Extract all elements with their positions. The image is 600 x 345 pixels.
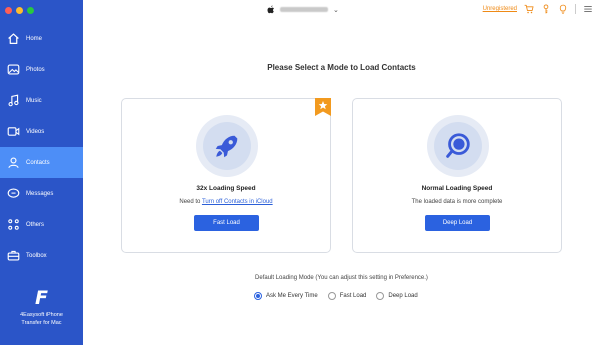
fast-load-description: Need to Turn off Contacts in iCloud	[122, 199, 330, 205]
default-mode-label: Default Loading Mode (You can adjust thi…	[255, 275, 428, 281]
search-illustration	[427, 115, 489, 177]
deep-load-description: The loaded data is more complete	[411, 199, 503, 205]
others-icon	[7, 218, 20, 231]
device-selector[interactable]: ⌄	[267, 5, 339, 14]
brand-name: 4Easysoft iPhone Transfer for Mac	[0, 311, 83, 327]
radio-label: Ask Me Every Time	[266, 293, 318, 299]
sidebar: Home Photos Music Videos Contacts Messag…	[0, 0, 83, 345]
sidebar-item-label: Contacts	[26, 159, 50, 166]
zoom-window-button[interactable]	[27, 7, 34, 14]
fast-load-button[interactable]: Fast Load	[194, 215, 259, 231]
apple-icon	[267, 5, 274, 14]
sidebar-item-label: Messages	[26, 190, 54, 197]
turn-off-icloud-link[interactable]: Turn off Contacts in iCloud	[202, 199, 273, 205]
deep-load-button[interactable]: Deep Load	[425, 215, 490, 231]
toolbar-divider	[575, 4, 576, 14]
title-bar: ⌄ Unregistered	[83, 0, 600, 22]
main-content: Please Select a Mode to Load Contacts 32…	[83, 22, 600, 345]
sidebar-item-label: Photos	[26, 66, 45, 73]
videos-icon	[7, 125, 20, 138]
star-icon	[315, 98, 331, 116]
photos-icon	[7, 63, 20, 76]
rocket-illustration	[196, 115, 258, 177]
unregistered-link[interactable]: Unregistered	[483, 6, 517, 12]
contacts-icon	[7, 156, 20, 169]
home-icon	[7, 32, 20, 45]
radio-label: Fast Load	[339, 293, 367, 299]
search-icon	[446, 133, 470, 158]
fast-load-card: 32x Loading Speed Need to Turn off Conta…	[121, 98, 331, 253]
brand-name-line2: Transfer for Mac	[21, 320, 62, 326]
fast-load-title: 32x Loading Speed	[196, 185, 256, 192]
radio-button[interactable]	[376, 292, 385, 300]
sidebar-nav: Home Photos Music Videos Contacts Messag…	[0, 23, 83, 271]
sidebar-item-photos[interactable]: Photos	[0, 54, 83, 85]
sidebar-item-others[interactable]: Others	[0, 209, 83, 240]
deep-load-title: Normal Loading Speed	[421, 185, 493, 192]
radio-label: Deep Load	[388, 293, 418, 299]
brand-logo: F	[35, 287, 48, 309]
sidebar-item-messages[interactable]: Messages	[0, 178, 83, 209]
sidebar-item-home[interactable]: Home	[0, 23, 83, 54]
window-controls	[5, 7, 34, 14]
minimize-window-button[interactable]	[16, 7, 23, 14]
top-right-toolbar: Unregistered	[483, 4, 593, 14]
radio-ask-every-time[interactable]: Ask Me Every Time	[254, 292, 318, 300]
sidebar-item-contacts[interactable]: Contacts	[0, 147, 83, 178]
radio-button[interactable]	[327, 292, 336, 300]
sidebar-item-label: Others	[26, 221, 45, 228]
sidebar-item-toolbox[interactable]: Toolbox	[0, 240, 83, 271]
menu-icon[interactable]	[583, 4, 593, 14]
page-title: Please Select a Mode to Load Contacts	[267, 63, 416, 72]
brand: F 4Easysoft iPhone Transfer for Mac	[0, 288, 83, 327]
brand-name-line1: 4Easysoft iPhone	[20, 312, 63, 318]
toolbox-icon	[7, 249, 20, 262]
device-name-redacted	[280, 7, 328, 12]
fast-load-desc-prefix: Need to	[179, 199, 202, 205]
sidebar-item-label: Home	[26, 35, 43, 42]
sidebar-item-label: Videos	[26, 128, 45, 135]
lightbulb-icon[interactable]	[558, 4, 568, 14]
radio-deep-load[interactable]: Deep Load	[376, 292, 418, 300]
cart-icon[interactable]	[524, 4, 534, 14]
radio-button-selected[interactable]	[254, 292, 262, 300]
close-window-button[interactable]	[5, 7, 12, 14]
key-icon[interactable]	[541, 4, 551, 14]
chevron-down-icon: ⌄	[333, 6, 339, 14]
radio-fast-load[interactable]: Fast Load	[327, 292, 367, 300]
music-icon	[7, 94, 20, 107]
rocket-icon	[215, 135, 238, 158]
sidebar-item-videos[interactable]: Videos	[0, 116, 83, 147]
sidebar-item-music[interactable]: Music	[0, 85, 83, 116]
default-mode-radio-group: Ask Me Every Time Fast Load Deep Load	[254, 292, 418, 300]
sidebar-item-label: Music	[26, 97, 42, 104]
deep-load-card: Normal Loading Speed The loaded data is …	[352, 98, 562, 253]
sidebar-item-label: Toolbox	[26, 252, 47, 259]
messages-icon	[7, 187, 20, 200]
